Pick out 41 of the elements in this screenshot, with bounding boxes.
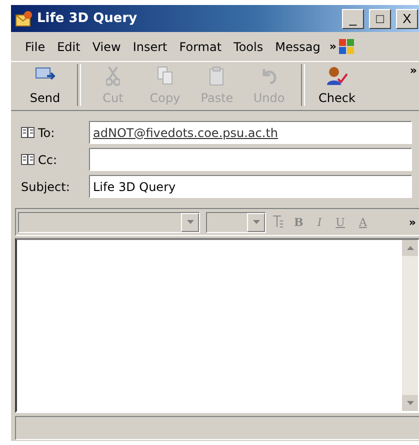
field-label: To: bbox=[38, 126, 55, 140]
email-address: adNOT@fivedots.coe.psu.ac.th bbox=[93, 126, 278, 140]
undo-icon bbox=[260, 66, 278, 84]
scroll-up-icon bbox=[406, 246, 414, 250]
scrollbar[interactable] bbox=[402, 240, 418, 411]
toolbar-button[interactable]: Send bbox=[19, 64, 71, 108]
menu-item[interactable]: View bbox=[86, 40, 127, 54]
input-field[interactable]: Life 3D Query bbox=[89, 175, 412, 198]
size-dropdown[interactable] bbox=[206, 212, 266, 232]
menu-item[interactable]: Format bbox=[173, 40, 228, 54]
close-button[interactable]: X bbox=[396, 8, 418, 28]
envelope-icon bbox=[35, 66, 55, 82]
windows-flag-icon bbox=[339, 38, 356, 56]
toolbar-button[interactable]: Check bbox=[311, 64, 363, 108]
field-label: Subject: bbox=[21, 180, 71, 194]
more-format-chevron[interactable]: » bbox=[406, 216, 419, 228]
person-check-icon bbox=[326, 66, 348, 86]
envelope-icon bbox=[15, 10, 33, 28]
clipboard-icon bbox=[209, 66, 225, 86]
dropdown-arrow-icon bbox=[252, 220, 260, 224]
window-title: Life 3D Query bbox=[37, 11, 138, 26]
input-field[interactable]: adNOT@fivedots.coe.psu.ac.th bbox=[89, 121, 412, 144]
copy-icon bbox=[157, 66, 173, 86]
field-label: Cc: bbox=[38, 152, 58, 166]
scroll-down-icon bbox=[406, 401, 414, 405]
font-dropdown[interactable] bbox=[18, 212, 200, 232]
dropdown-arrow-icon bbox=[186, 220, 194, 224]
paragraph-style-icon bbox=[272, 215, 284, 229]
more-toolbar-chevron[interactable]: » bbox=[406, 64, 419, 77]
menu-item[interactable]: Tools bbox=[228, 40, 270, 54]
address-book-icon bbox=[21, 154, 35, 165]
maximize-button[interactable]: □ bbox=[369, 8, 391, 28]
menu-item[interactable]: Messag bbox=[269, 40, 326, 54]
scissors-icon bbox=[106, 66, 120, 86]
menu-item[interactable]: File bbox=[19, 40, 52, 54]
address-book-icon bbox=[21, 127, 35, 138]
more-menu-chevron[interactable]: » bbox=[326, 40, 340, 53]
menu-item[interactable]: Insert bbox=[126, 40, 174, 54]
menu-item[interactable]: Edit bbox=[51, 40, 86, 54]
input-field[interactable] bbox=[89, 148, 412, 171]
minimize-button[interactable]: _ bbox=[342, 8, 364, 28]
